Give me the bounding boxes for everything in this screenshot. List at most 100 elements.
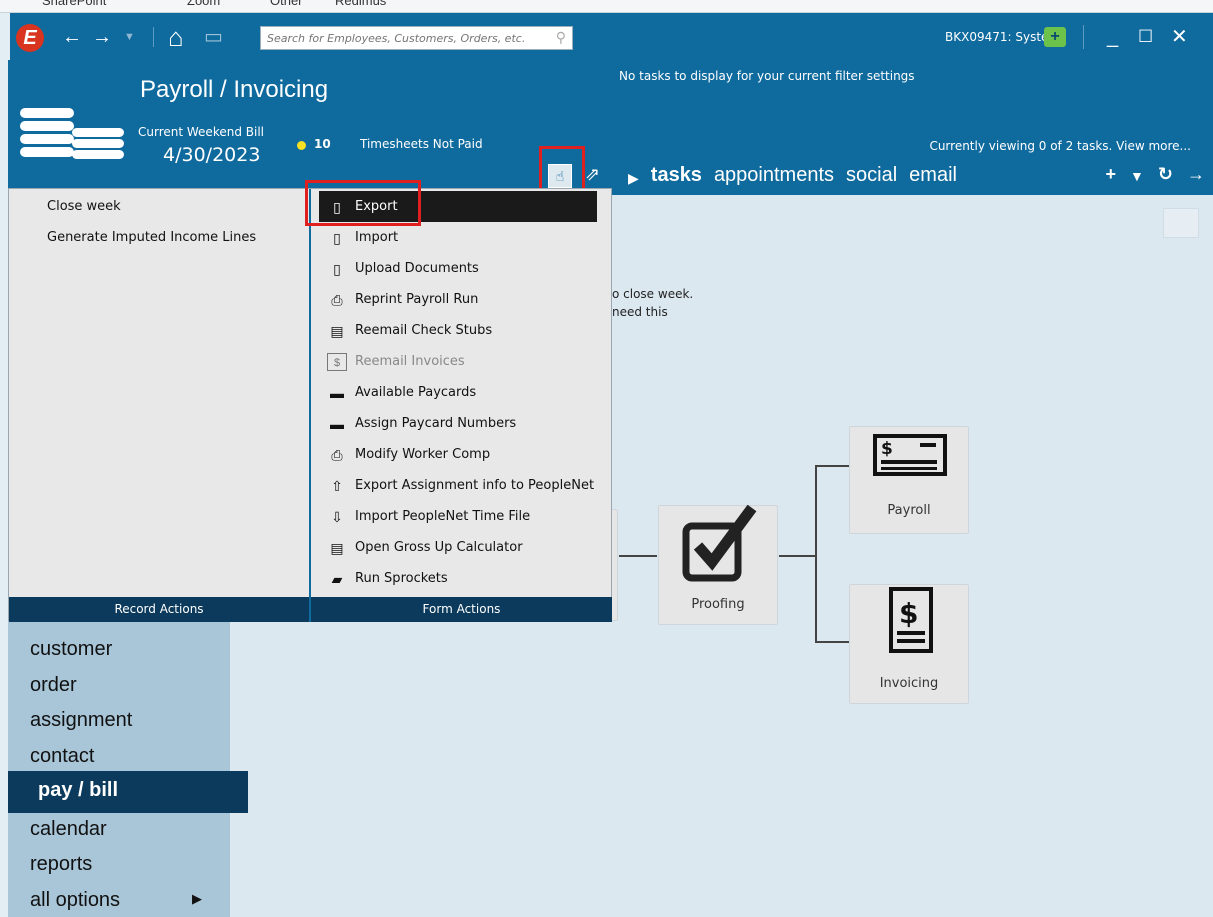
- toolbar-divider: [1083, 25, 1084, 49]
- sidebar-item-reports[interactable]: reports: [30, 853, 92, 876]
- bookmark-redimus[interactable]: Redimus: [335, 0, 386, 8]
- close-icon[interactable]: ✕: [1171, 13, 1188, 61]
- form-action-import-peoplenet[interactable]: ⇩ Import PeopleNet Time File: [319, 501, 597, 532]
- sidebar-item-order[interactable]: order: [30, 674, 77, 697]
- svg-text:$: $: [881, 439, 893, 459]
- minimize-icon[interactable]: _: [1107, 13, 1118, 61]
- column-divider: [309, 189, 311, 622]
- current-user: BKX09471: System: [945, 30, 1061, 44]
- highlight-export: [305, 180, 421, 226]
- connector-line: [815, 641, 849, 643]
- tasks-empty-message: No tasks to display for your current fil…: [619, 69, 915, 83]
- weekend-bill-date: 4/30/2023: [163, 144, 261, 166]
- connector-line: [619, 555, 657, 557]
- sidebar-item-pay-bill[interactable]: pay / bill: [8, 771, 248, 813]
- next-icon[interactable]: →: [1187, 164, 1205, 188]
- timesheets-label[interactable]: Timesheets Not Paid: [360, 137, 483, 151]
- bookmark-zoom[interactable]: Zoom: [187, 0, 220, 8]
- card-icon: ▬: [330, 385, 344, 401]
- actions-dropdown: Close week Generate Imputed Income Lines…: [8, 188, 612, 622]
- back-icon[interactable]: ←: [62, 13, 82, 61]
- history-dropdown-icon[interactable]: ▼: [124, 13, 135, 61]
- bookmark-sharepoint[interactable]: SharePoint: [42, 0, 106, 8]
- payroll-label: Payroll: [887, 503, 931, 518]
- form-action-gross-up[interactable]: ▤ Open Gross Up Calculator: [319, 532, 597, 563]
- form-action-import[interactable]: ▯ Import: [319, 222, 597, 253]
- check-icon: $: [873, 434, 947, 476]
- tab-tasks[interactable]: tasks: [651, 164, 702, 192]
- global-search: ⚲: [260, 26, 573, 50]
- form-action-run-sprockets[interactable]: ▰ Run Sprockets: [319, 563, 597, 594]
- upload-icon: ⇧: [331, 478, 343, 494]
- sidebar-item-all-options[interactable]: all options: [30, 889, 120, 912]
- proofing-label: Proofing: [691, 597, 745, 612]
- svg-text:$: $: [899, 597, 918, 630]
- form-action-reemail-stubs[interactable]: ▤ Reemail Check Stubs: [319, 315, 597, 346]
- app-logo[interactable]: E: [16, 24, 44, 52]
- payroll-panel: Payroll / Invoicing Current Weekend Bill…: [8, 60, 611, 188]
- bookmark-other[interactable]: Other: [270, 0, 303, 8]
- form-action-reemail-invoices[interactable]: $ Reemail Invoices: [319, 346, 597, 377]
- sidebar-item-customer[interactable]: customer: [30, 638, 112, 661]
- add-icon[interactable]: +: [1106, 164, 1117, 188]
- form-actions-footer: Form Actions: [311, 597, 612, 622]
- record-actions-footer: Record Actions: [9, 597, 309, 622]
- tasks-view-more[interactable]: Currently viewing 0 of 2 tasks. View mor…: [929, 139, 1191, 153]
- task-actions: + ▼ ↻ →: [1106, 164, 1205, 188]
- record-action-close-week[interactable]: Close week: [47, 199, 121, 214]
- home-icon[interactable]: ⌂: [168, 13, 184, 61]
- medkit-icon[interactable]: +: [1044, 27, 1066, 47]
- card-icon: ▬: [330, 416, 344, 432]
- sidebar-item-assignment[interactable]: assignment: [30, 709, 132, 732]
- weekend-bill-label: Current Weekend Bill: [138, 125, 264, 139]
- tabs-arrow-icon: ▶: [628, 170, 639, 186]
- corner-widget[interactable]: [1163, 208, 1199, 238]
- timesheets-count: 10: [314, 137, 331, 151]
- save-icon[interactable]: ▭: [204, 13, 223, 61]
- workflow-step-invoicing[interactable]: $ Invoicing: [849, 584, 969, 704]
- maximize-icon[interactable]: ☐: [1138, 13, 1153, 61]
- forward-icon[interactable]: →: [92, 13, 112, 61]
- toolbar: E ← → ▼ ⌂ ▭ ⚲ BKX09471: System + _ ☐ ✕: [10, 13, 1213, 61]
- download-icon: ⇩: [331, 509, 343, 525]
- workflow-step-payroll[interactable]: $ Payroll: [849, 426, 969, 534]
- popout-icon[interactable]: ⇗: [585, 164, 600, 185]
- check-stub-icon: ▤: [330, 323, 344, 339]
- bookmarks-strip: SharePoint Zoom Other Redimus: [0, 0, 1213, 13]
- invoice-icon: $: [327, 353, 347, 371]
- hidden-text-line: o close week.: [612, 287, 694, 301]
- form-action-assign-paycards[interactable]: ▬ Assign Paycard Numbers: [319, 408, 597, 439]
- connector-line: [815, 465, 817, 642]
- checkbox-icon: [682, 504, 757, 582]
- workflow-step-proofing[interactable]: Proofing: [658, 504, 778, 625]
- submenu-arrow-icon: ▶: [192, 891, 202, 906]
- status-dot-icon: [297, 141, 306, 150]
- invoicing-label: Invoicing: [879, 676, 939, 691]
- printer-icon: ⎙: [331, 447, 343, 463]
- refresh-icon[interactable]: ↻: [1158, 164, 1173, 188]
- page-title: Payroll / Invoicing: [140, 76, 329, 103]
- form-action-upload-documents[interactable]: ▯ Upload Documents: [319, 253, 597, 284]
- toolbar-divider: [153, 27, 154, 47]
- connector-line: [815, 465, 849, 467]
- document-icon: ▯: [333, 230, 341, 246]
- form-action-export-peoplenet[interactable]: ⇧ Export Assignment info to PeopleNet: [319, 470, 597, 501]
- filter-icon[interactable]: ▼: [1130, 164, 1144, 188]
- form-action-available-paycards[interactable]: ▬ Available Paycards: [319, 377, 597, 408]
- sidebar-item-contact[interactable]: contact: [30, 745, 94, 768]
- record-action-imputed-income[interactable]: Generate Imputed Income Lines: [47, 230, 256, 245]
- tab-email[interactable]: email: [909, 164, 957, 192]
- tab-appointments[interactable]: appointments: [714, 164, 834, 192]
- search-input[interactable]: [261, 27, 546, 49]
- folder-icon: ▰: [331, 571, 343, 587]
- hidden-text-line: need this: [612, 305, 668, 319]
- form-action-reprint-payroll[interactable]: ⎙ Reprint Payroll Run: [319, 284, 597, 315]
- invoice-icon: $: [889, 587, 933, 653]
- sidebar-item-calendar[interactable]: calendar: [30, 818, 107, 841]
- search-icon[interactable]: ⚲: [556, 29, 566, 46]
- tab-social[interactable]: social: [846, 164, 897, 192]
- connector-line: [779, 555, 815, 557]
- calculator-icon: ▤: [330, 540, 344, 556]
- form-action-worker-comp[interactable]: ⎙ Modify Worker Comp: [319, 439, 597, 470]
- task-tabs: ▶ tasks appointments social email: [628, 164, 957, 192]
